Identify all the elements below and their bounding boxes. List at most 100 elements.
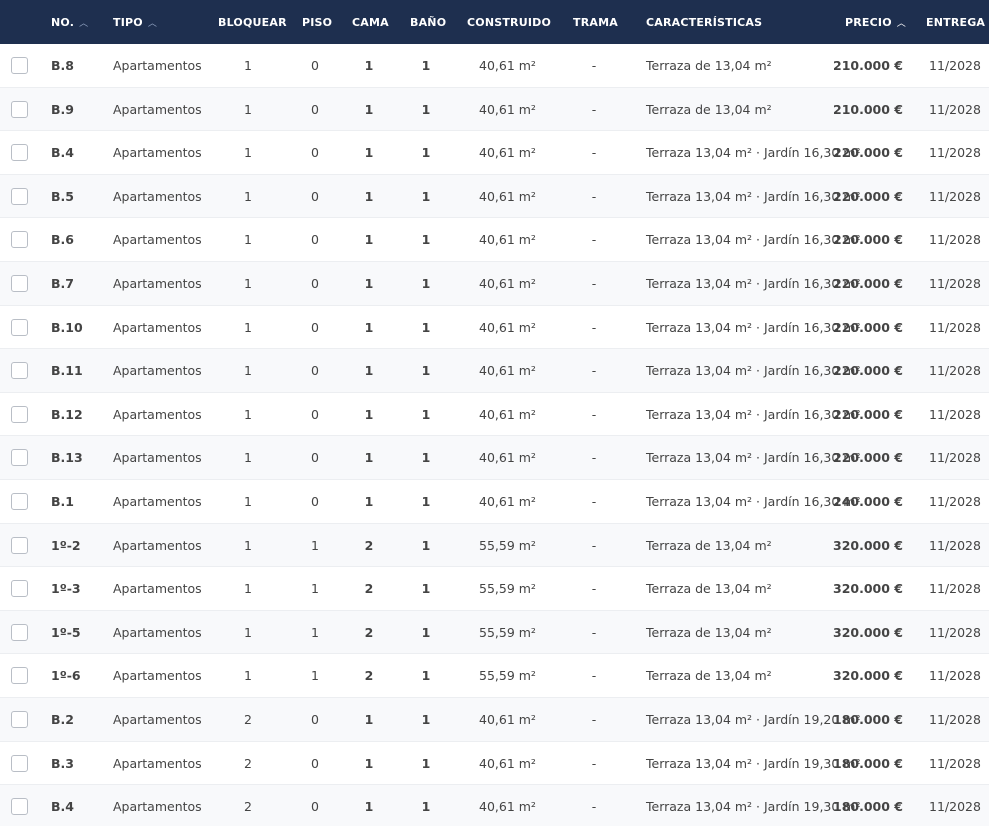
table-row[interactable]: 1º-2 Apartamentos 1 1 2 1 55,59 m² - Terraza de … [0, 523, 989, 568]
unit-plot: - [591, 581, 597, 597]
row-select-cell [11, 698, 28, 741]
unit-plot: - [591, 58, 597, 73]
unit-type: Apartamentos [113, 668, 202, 684]
unit-number: B.8 [51, 58, 74, 73]
unit-type: Apartamentos [113, 537, 202, 553]
table-row[interactable]: B.11 Apartamentos 1 0 1 1 40,61 m² - Terraza 13,… [0, 349, 989, 393]
column-header-cama[interactable]: CAMA [352, 0, 389, 44]
unit-block: 1 [244, 145, 252, 161]
row-checkbox[interactable] [11, 536, 28, 554]
column-header-no[interactable]: NO. ︿ [51, 0, 88, 44]
column-header-label: ENTREGA [926, 15, 986, 29]
table-row[interactable]: B.4 Apartamentos 2 0 1 1 40,61 m² - Terraza 13,0… [0, 785, 989, 826]
table-row[interactable]: 1º-6 Apartamentos 1 1 2 1 55,59 m² - Terraza de … [0, 654, 989, 698]
table-row[interactable]: B.1 Apartamentos 1 0 1 1 40,61 m² - Terraza 13,0… [0, 480, 989, 524]
row-checkbox[interactable] [11, 144, 28, 162]
unit-block: 1 [244, 450, 252, 466]
row-checkbox[interactable] [11, 710, 28, 728]
table-row[interactable]: 1º-5 Apartamentos 1 1 2 1 55,59 m² - Terraza de … [0, 610, 989, 655]
unit-baths: 1 [421, 145, 431, 161]
row-checkbox[interactable] [11, 57, 28, 74]
table-row[interactable]: B.10 Apartamentos 1 0 1 1 40,61 m² - Terraza 13,… [0, 306, 989, 350]
unit-type: Apartamentos [113, 406, 202, 422]
unit-built-area: 40,61 m² [479, 363, 536, 379]
table-row[interactable]: B.13 Apartamentos 1 0 1 1 40,61 m² - Terraza 13,… [0, 436, 989, 480]
row-select-cell [11, 306, 28, 349]
column-header-bano[interactable]: BAÑO [410, 0, 446, 44]
row-select-cell [11, 654, 28, 697]
unit-plot: - [591, 450, 597, 466]
unit-plot: - [591, 493, 597, 509]
table-row[interactable]: B.12 Apartamentos 1 0 1 1 40,61 m² - Terraza 13,… [0, 393, 989, 437]
table-row[interactable]: B.8 Apartamentos 1 0 1 1 40,61 m² - Terraza de 1… [0, 44, 989, 88]
unit-type: Apartamentos [113, 58, 202, 73]
unit-floor: 0 [311, 799, 319, 815]
unit-number: 1º-5 [51, 624, 81, 640]
row-checkbox[interactable] [11, 100, 28, 118]
row-checkbox[interactable] [11, 187, 28, 205]
unit-built-area: 40,61 m² [479, 101, 536, 117]
unit-baths: 1 [421, 275, 431, 291]
row-checkbox[interactable] [11, 318, 28, 336]
unit-block: 2 [244, 799, 252, 815]
unit-delivery: 11/2028 [929, 363, 981, 379]
unit-delivery: 11/2028 [929, 624, 981, 640]
unit-block: 1 [244, 406, 252, 422]
unit-price: 220.000 € [833, 275, 903, 291]
column-header-precio[interactable]: PRECIO ︿ [845, 0, 906, 44]
row-checkbox[interactable] [11, 623, 28, 641]
row-checkbox[interactable] [11, 449, 28, 467]
unit-features: Terraza de 13,04 m² [646, 624, 772, 640]
row-checkbox[interactable] [11, 492, 28, 510]
row-select-cell [11, 262, 28, 305]
row-checkbox[interactable] [11, 231, 28, 249]
unit-floor: 1 [311, 668, 319, 684]
column-header-construido[interactable]: CONSTRUIDO [467, 0, 551, 44]
column-header-entrega[interactable]: ENTREGA [926, 0, 985, 44]
column-header-piso[interactable]: PISO [302, 0, 332, 44]
unit-floor: 0 [311, 755, 319, 771]
column-header-label: TRAMA [573, 15, 618, 29]
unit-delivery: 11/2028 [929, 799, 981, 815]
table-row[interactable]: B.6 Apartamentos 1 0 1 1 40,61 m² - Terraza 13,0… [0, 218, 989, 262]
row-checkbox[interactable] [11, 754, 28, 772]
unit-beds: 1 [364, 799, 374, 815]
table-row[interactable]: B.5 Apartamentos 1 0 1 1 40,61 m² - Terraza 13,0… [0, 174, 989, 219]
row-checkbox[interactable] [11, 405, 28, 423]
unit-baths: 1 [421, 755, 431, 771]
table-row[interactable]: B.9 Apartamentos 1 0 1 1 40,61 m² - Terraza de 1… [0, 87, 989, 132]
unit-built-area: 55,59 m² [479, 668, 536, 684]
unit-baths: 1 [421, 493, 431, 509]
unit-baths: 1 [421, 406, 431, 422]
unit-features: Terraza de 13,04 m² [646, 537, 772, 553]
unit-beds: 1 [364, 319, 374, 335]
row-checkbox[interactable] [11, 274, 28, 292]
unit-floor: 0 [311, 319, 319, 335]
unit-number: B.7 [51, 275, 74, 291]
unit-baths: 1 [421, 101, 431, 117]
unit-plot: - [591, 232, 597, 248]
unit-floor: 1 [311, 537, 319, 553]
row-checkbox[interactable] [11, 667, 28, 685]
column-header-bloquear[interactable]: BLOQUEAR [218, 0, 287, 44]
table-row[interactable]: B.4 Apartamentos 1 0 1 1 40,61 m² - Terraza 13,0… [0, 131, 989, 175]
unit-price: 180.000 € [833, 799, 903, 815]
unit-beds: 1 [364, 275, 374, 291]
row-checkbox[interactable] [11, 362, 28, 380]
column-header-caracteristicas[interactable]: CARACTERÍSTICAS [646, 0, 762, 44]
unit-baths: 1 [421, 450, 431, 466]
table-row[interactable]: B.3 Apartamentos 2 0 1 1 40,61 m² - Terraza 13,0… [0, 742, 989, 786]
row-checkbox[interactable] [11, 798, 28, 816]
unit-price: 220.000 € [833, 450, 903, 466]
table-row[interactable]: B.2 Apartamentos 2 0 1 1 40,61 m² - Terraza 13,0… [0, 697, 989, 742]
column-header-label: PRECIO [845, 15, 892, 29]
column-header-tipo[interactable]: TIPO ︿ [113, 0, 157, 44]
unit-price: 320.000 € [833, 537, 903, 553]
table-row[interactable]: 1º-3 Apartamentos 1 1 2 1 55,59 m² - Terraza de … [0, 567, 989, 611]
column-header-trama[interactable]: TRAMA [573, 0, 618, 44]
unit-type: Apartamentos [113, 799, 202, 815]
row-checkbox[interactable] [11, 580, 28, 598]
unit-type: Apartamentos [113, 581, 202, 597]
table-row[interactable]: B.7 Apartamentos 1 0 1 1 40,61 m² - Terraza 13,0… [0, 261, 989, 306]
unit-type: Apartamentos [113, 319, 202, 335]
